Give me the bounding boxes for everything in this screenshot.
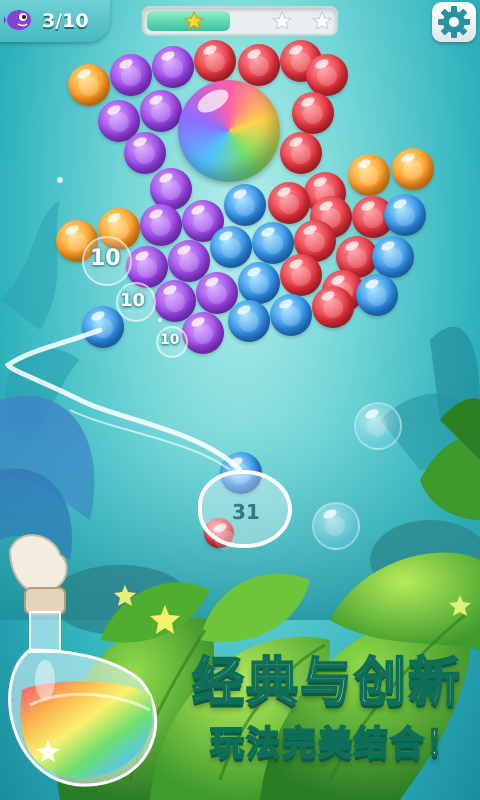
red-bubble[interactable] <box>312 286 354 328</box>
moves-panel: 3/10 <box>0 0 110 42</box>
purple-bubble[interactable] <box>140 204 182 246</box>
orange-bubble[interactable] <box>68 64 110 106</box>
score-popup: 10 <box>160 332 180 348</box>
gear-icon <box>438 6 470 38</box>
rainbow-swirl-bubble[interactable] <box>178 80 280 182</box>
blue-bubble[interactable] <box>228 300 270 342</box>
red-bubble[interactable] <box>306 54 348 96</box>
slogan-line-2: 玩法完美结合！ <box>209 723 462 765</box>
red-bubble[interactable] <box>238 44 280 86</box>
purple-bubble[interactable] <box>152 46 194 88</box>
red-bubble[interactable] <box>280 254 322 296</box>
blue-bubble[interactable] <box>270 294 312 336</box>
star-icon <box>184 11 204 31</box>
settings-button[interactable] <box>432 2 476 42</box>
purple-bubble[interactable] <box>110 54 152 96</box>
floating-bubble[interactable] <box>354 402 402 450</box>
fish-icon <box>4 10 31 30</box>
score-popup: 10 <box>120 290 146 311</box>
red-bubble[interactable] <box>292 92 334 134</box>
blue-bubble[interactable] <box>356 274 398 316</box>
blue-bubble[interactable] <box>224 184 266 226</box>
blue-bubble[interactable] <box>82 306 124 348</box>
score-popup: 10 <box>90 246 121 271</box>
blue-bubble[interactable] <box>384 194 426 236</box>
star-icon <box>312 11 332 31</box>
red-bubble[interactable] <box>268 182 310 224</box>
red-bubble[interactable] <box>194 40 236 82</box>
game-scene[interactable]: 31 10 10 10 经典与创新 玩法完美结合！ <box>0 0 480 800</box>
red-bubble[interactable] <box>280 132 322 174</box>
floating-bubble[interactable] <box>312 502 360 550</box>
purple-bubble[interactable] <box>182 312 224 354</box>
blue-bubble[interactable] <box>372 236 414 278</box>
rainbow-potion-icon[interactable] <box>0 530 180 800</box>
star-icon <box>272 11 292 31</box>
orange-bubble[interactable] <box>392 148 434 190</box>
top-hud: 3/10 <box>0 0 480 46</box>
purple-bubble[interactable] <box>140 90 182 132</box>
score-progress-bar <box>142 6 338 36</box>
orange-bubble[interactable] <box>348 154 390 196</box>
shooter-count: 31 <box>232 500 260 524</box>
blue-bubble[interactable] <box>210 226 252 268</box>
moves-counter: 3/10 <box>42 10 89 32</box>
slogan-line-1: 经典与创新 <box>191 652 462 714</box>
blue-bubble[interactable] <box>238 262 280 304</box>
purple-bubble[interactable] <box>124 132 166 174</box>
